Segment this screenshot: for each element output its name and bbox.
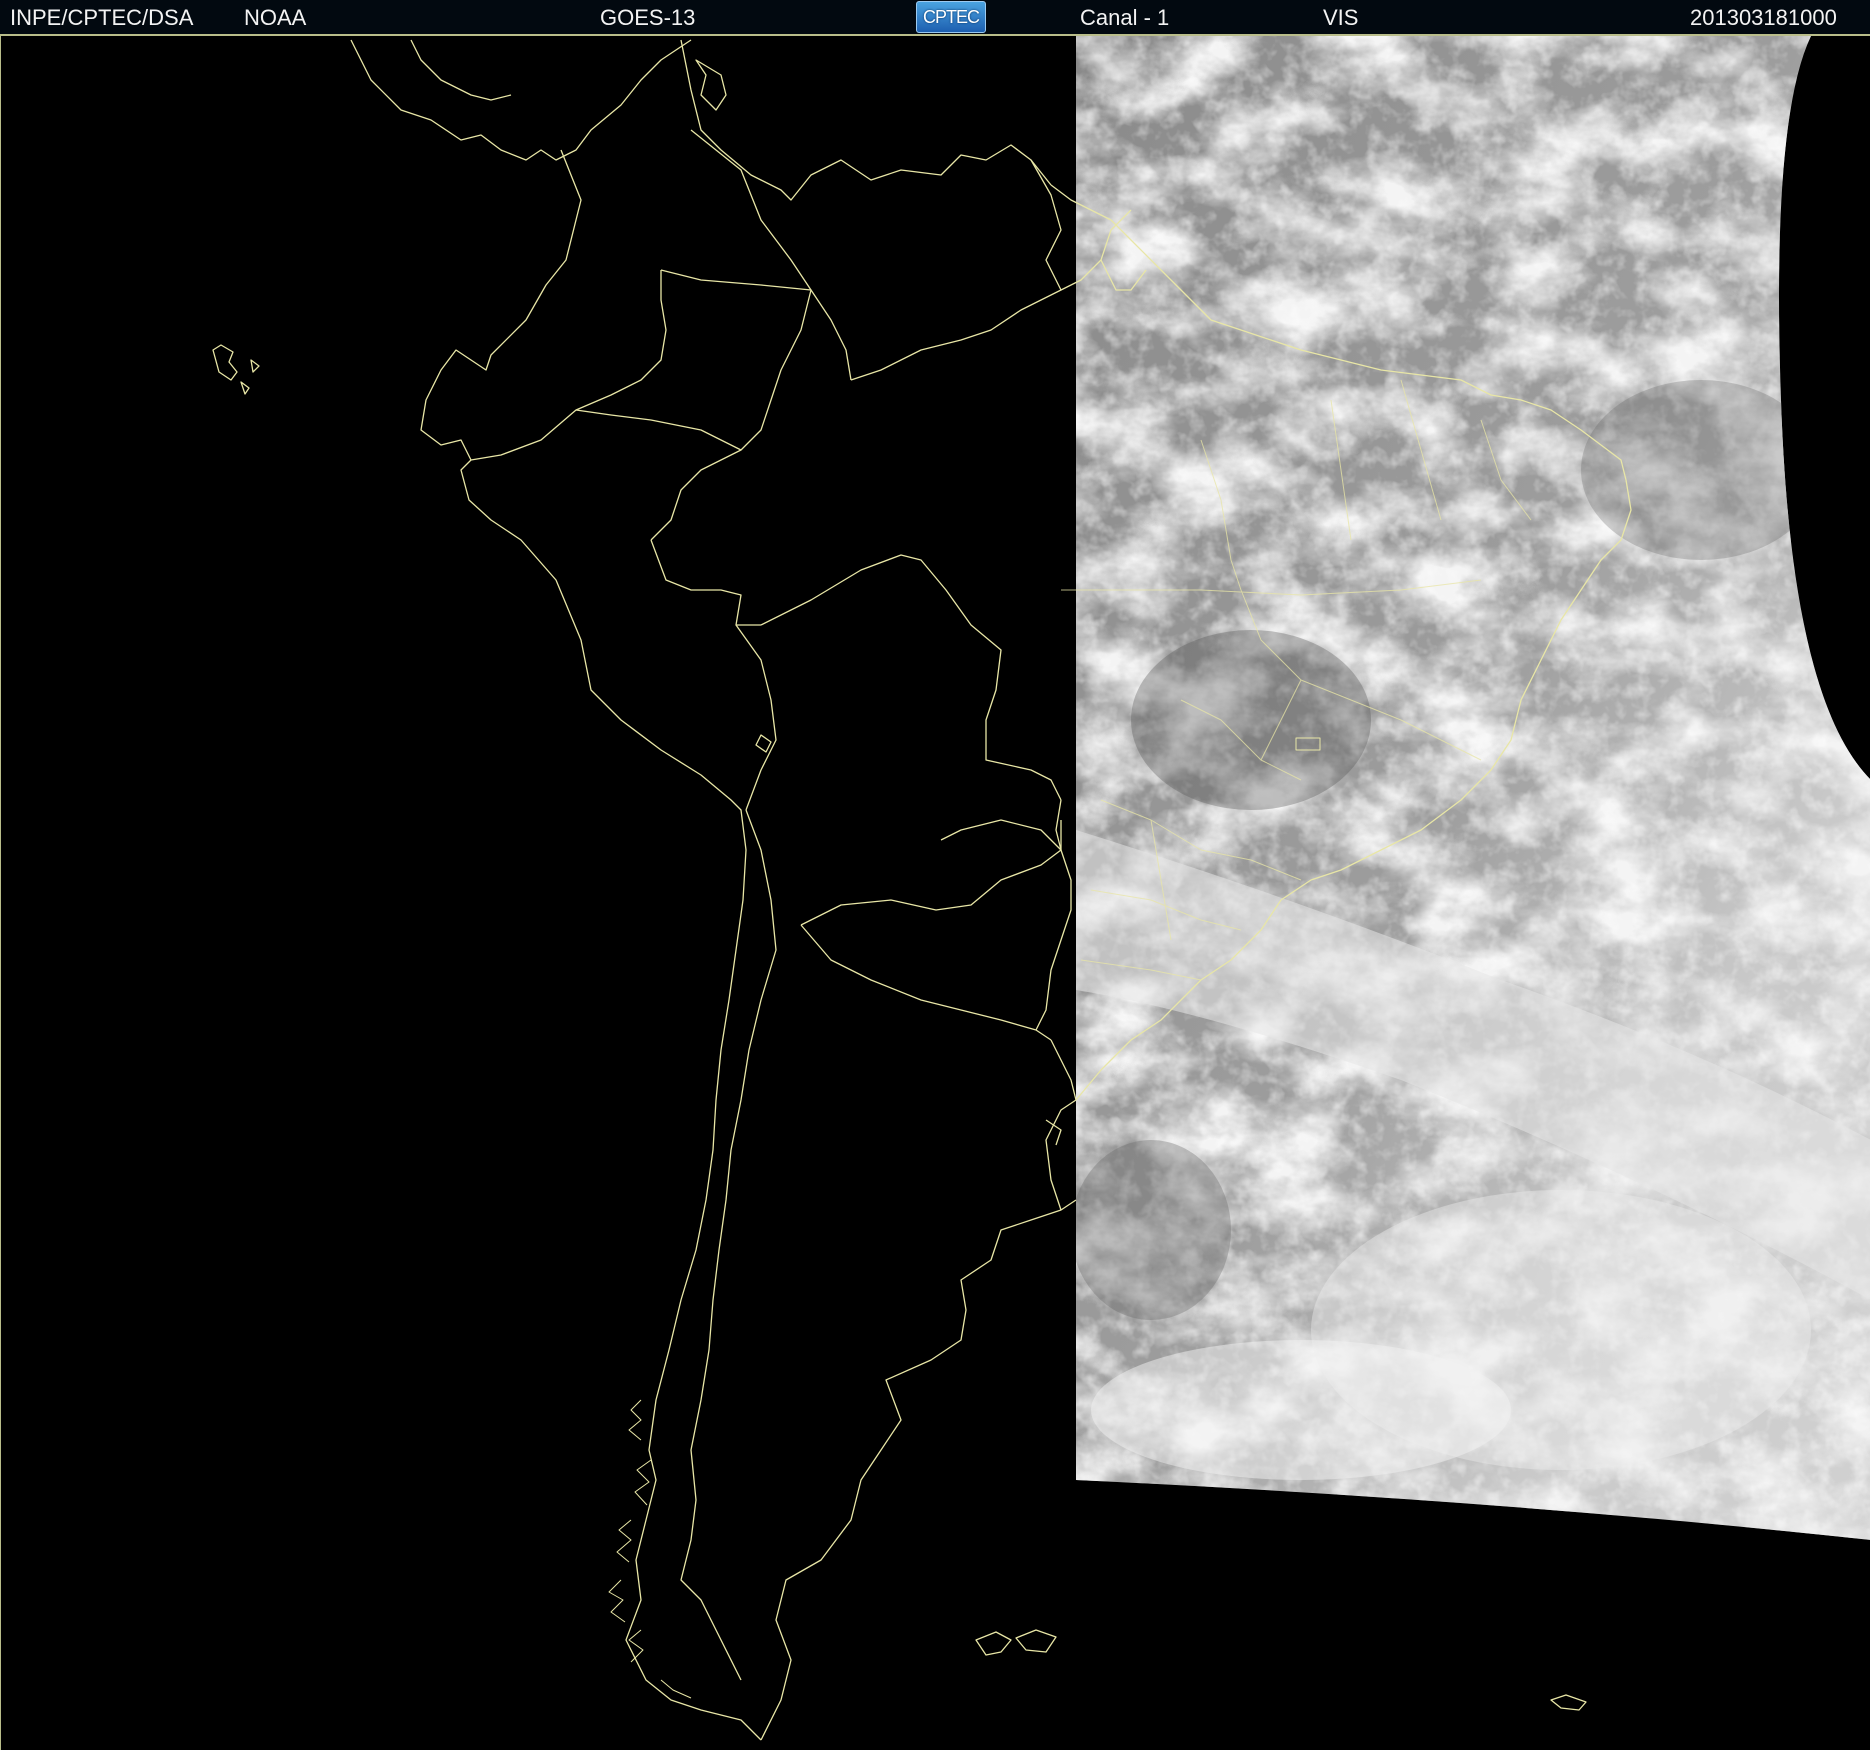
caribbean-islands: [695, 59, 727, 111]
border-bolivia-brazil: [760, 554, 1062, 801]
image-header-bar: INPE/CPTEC/DSA NOAA GOES-13 CPTEC Canal …: [0, 0, 1870, 36]
border-colombia-brazil: [650, 269, 812, 541]
institution-label: INPE/CPTEC/DSA: [10, 5, 194, 30]
satellite-label: GOES-13: [600, 5, 696, 30]
logo-text: CPTEC: [922, 7, 980, 27]
channel-label: Canal - 1: [1080, 5, 1170, 30]
galapagos-islands: [212, 344, 260, 395]
border-peru-bolivia: [735, 624, 777, 811]
border-ecuador-peru: [470, 270, 667, 461]
border-venezuela-brazil: [850, 289, 1062, 381]
patagonia-east-coast: [760, 1199, 1077, 1741]
satellite-map-svg: [212, 36, 1870, 1741]
north-coast: [420, 149, 582, 461]
timestamp-label: 201303181000: [1690, 5, 1837, 30]
band-label: VIS: [1323, 5, 1359, 30]
central-america-coast: [350, 39, 692, 161]
border-bolivia-paraguay: [940, 819, 1062, 851]
satellite-map: [0, 36, 1870, 1750]
central-america-coast-2: [410, 39, 512, 101]
border-argentina-paraguay: [800, 924, 1052, 1041]
border-peru-colombia: [575, 409, 742, 451]
border-bolivia-argentina: [800, 849, 1062, 926]
agency-label: NOAA: [244, 5, 307, 30]
falkland-islands: [975, 1629, 1057, 1656]
visible-imagery: [1076, 36, 1870, 1540]
west-coast: [460, 459, 762, 1741]
south-georgia: [1550, 1694, 1587, 1711]
border-argentina-brazil: [1050, 1039, 1077, 1101]
border-paraguay-brazil: [1035, 799, 1072, 1031]
border-argentina-chile: [680, 809, 777, 1681]
border-peru-brazil: [650, 539, 761, 626]
titicaca-lake: [755, 734, 772, 753]
cptec-logo-icon: CPTEC: [916, 1, 986, 33]
venezuela-coast: [680, 39, 1052, 201]
